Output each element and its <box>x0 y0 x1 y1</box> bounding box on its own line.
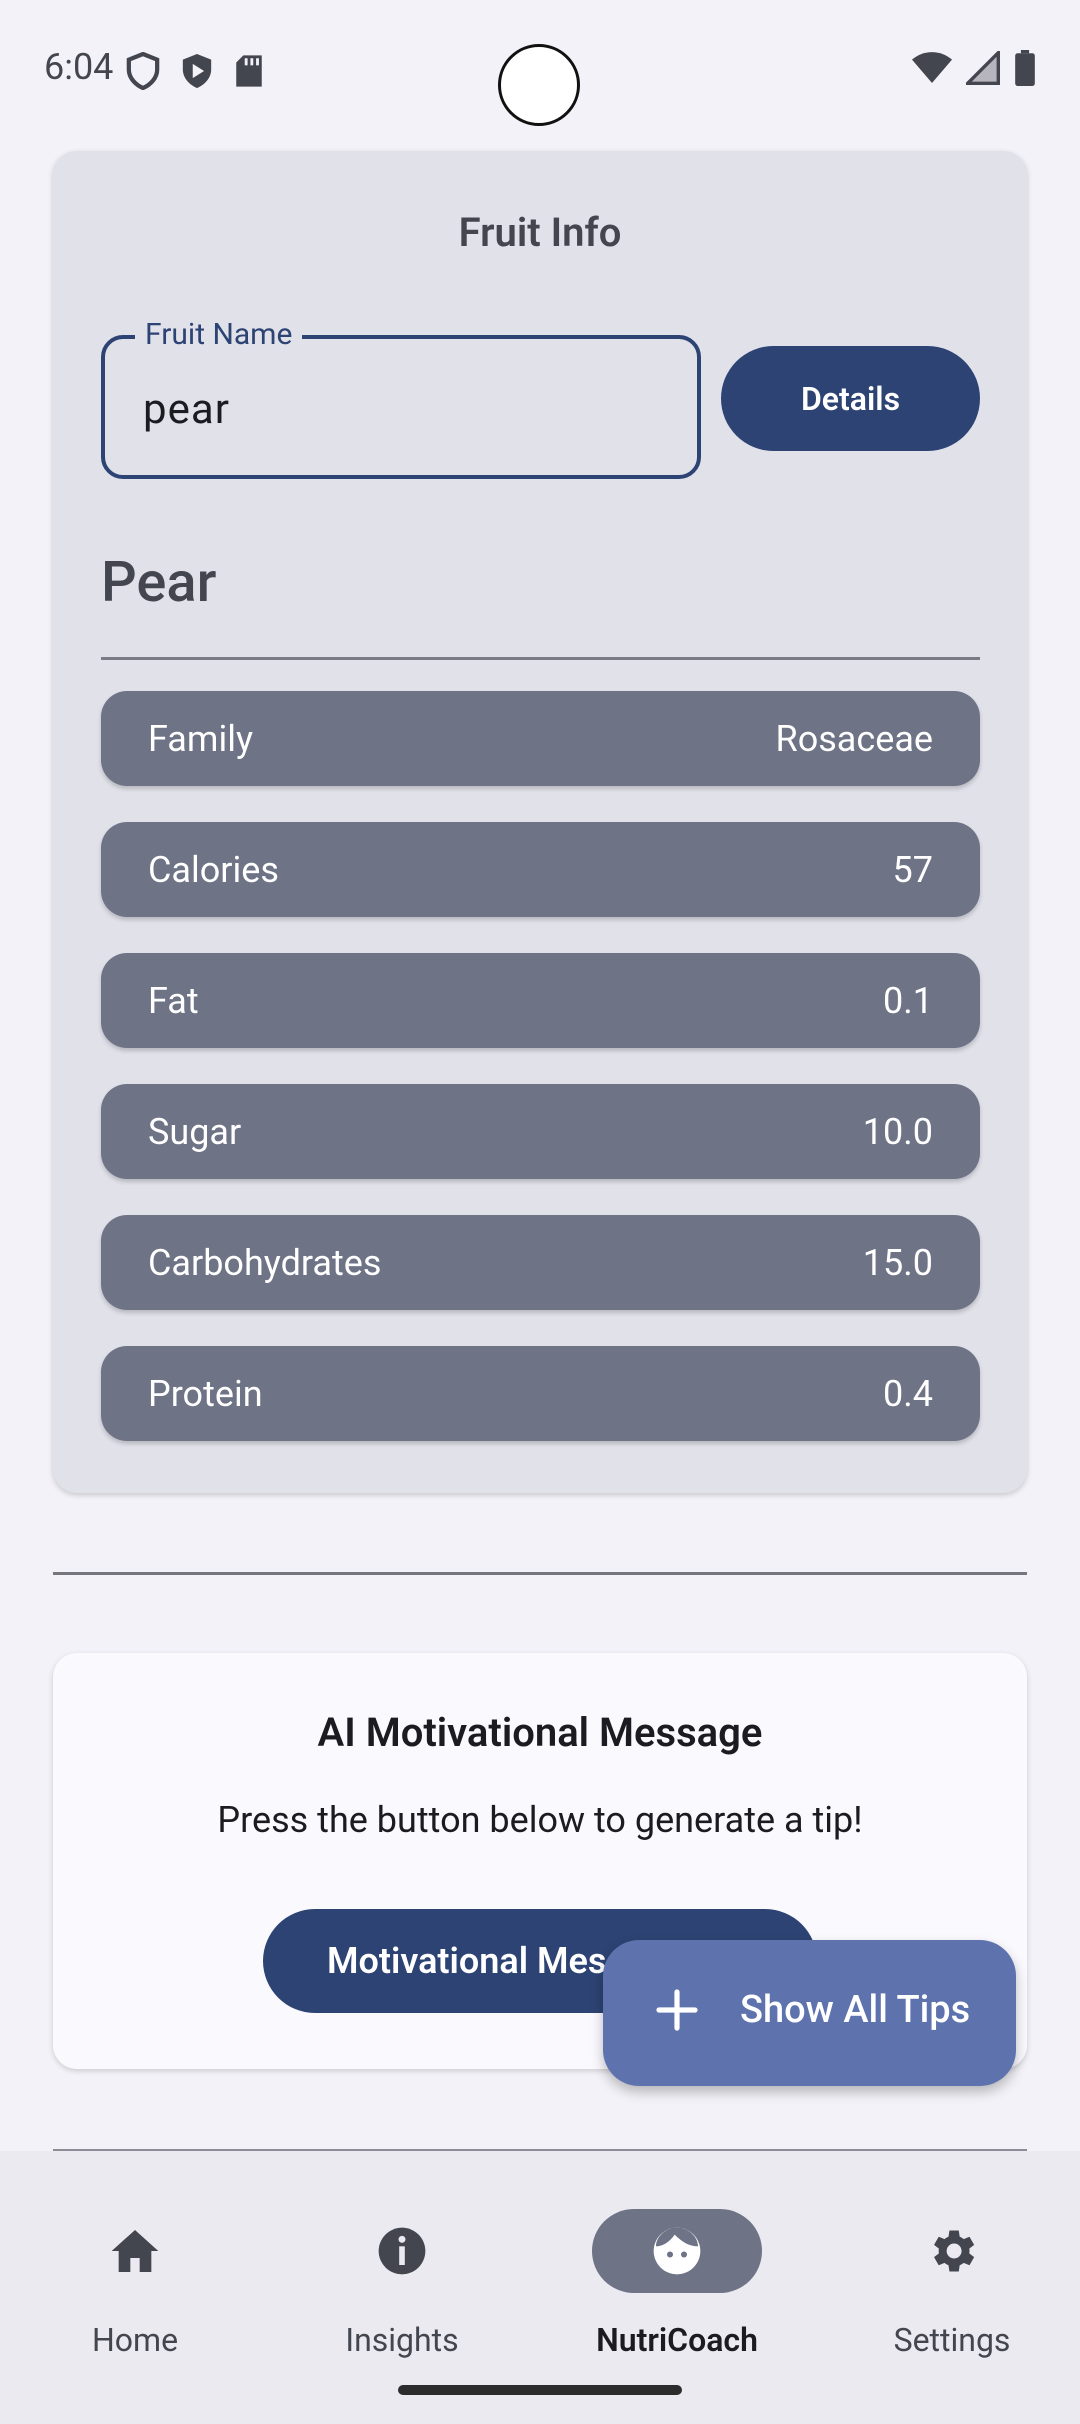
wifi-icon <box>912 52 952 83</box>
nav-label-insights: Insights <box>345 2321 459 2359</box>
row-value: 10.0 <box>862 1110 933 1153</box>
fruit-name-heading: Pear <box>101 549 217 615</box>
show-all-tips-fab[interactable]: Show All Tips <box>603 1940 1016 2086</box>
plus-icon <box>656 1989 698 2031</box>
nav-label-home: Home <box>91 2321 179 2359</box>
row-value: Rosaceae <box>775 717 933 760</box>
info-icon <box>378 2227 426 2275</box>
fruit-name-label: Fruit Name <box>135 317 303 352</box>
face-icon <box>653 2227 701 2275</box>
nav-item-insights[interactable]: Insights <box>267 2181 537 2361</box>
nutrition-row-protein: Protein 0.4 <box>101 1346 980 1441</box>
nav-item-nutricoach[interactable]: NutriCoach <box>542 2181 812 2361</box>
row-value: 0.4 <box>883 1372 933 1415</box>
nutrition-row-sugar: Sugar 10.0 <box>101 1084 980 1179</box>
nutrition-row-fat: Fat 0.1 <box>101 953 980 1048</box>
fruit-name-input[interactable]: pear <box>143 385 230 434</box>
home-indicator[interactable] <box>398 2385 682 2395</box>
row-label: Protein <box>148 1372 263 1415</box>
fruit-info-title: Fruit Info <box>458 209 622 256</box>
nutrition-row-calories: Calories 57 <box>101 822 980 917</box>
nutrition-row-family: Family Rosaceae <box>101 691 980 786</box>
motivational-text: Press the button below to generate a tip… <box>217 1799 863 1841</box>
row-value: 15.0 <box>862 1241 933 1284</box>
row-value: 57 <box>892 848 933 891</box>
sd-card-icon <box>236 55 262 87</box>
play-shield-icon <box>182 54 212 88</box>
row-label: Fat <box>148 979 199 1022</box>
battery-icon <box>1015 50 1035 86</box>
fruit-name-field[interactable]: Fruit Name pear <box>101 317 701 479</box>
row-label: Family <box>148 717 253 760</box>
row-label: Calories <box>148 848 279 891</box>
gear-icon <box>934 2230 975 2272</box>
nutrition-list: Family Rosaceae Calories 57 Fat 0.1 Suga… <box>101 691 980 1477</box>
nav-item-home[interactable]: Home <box>0 2181 270 2361</box>
divider <box>101 657 980 660</box>
nutrition-row-carbohydrates: Carbohydrates 15.0 <box>101 1215 980 1310</box>
motivational-title: AI Motivational Message <box>317 1709 763 1756</box>
row-label: Carbohydrates <box>148 1241 382 1284</box>
nav-label-nutricoach: NutriCoach <box>596 2321 758 2359</box>
details-button[interactable]: Details <box>721 346 980 451</box>
fruit-info-card: Fruit Info Fruit Name pear Details Pear … <box>53 151 1027 1493</box>
bottom-navigation: Home Insights NutriCoach Settings <box>0 2151 1080 2424</box>
nav-label-settings: Settings <box>893 2321 1011 2359</box>
status-time: 6:04 <box>44 46 114 88</box>
shield-icon <box>126 52 160 90</box>
home-icon <box>111 2230 159 2272</box>
nav-item-settings[interactable]: Settings <box>817 2181 1080 2361</box>
status-bar: 6:04 <box>0 0 1080 140</box>
row-label: Sugar <box>148 1110 242 1153</box>
camera-cutout <box>498 44 580 126</box>
section-divider <box>53 1572 1027 1575</box>
fab-label: Show All Tips <box>740 1988 971 2032</box>
row-value: 0.1 <box>883 979 933 1022</box>
signal-icon <box>966 51 1000 85</box>
